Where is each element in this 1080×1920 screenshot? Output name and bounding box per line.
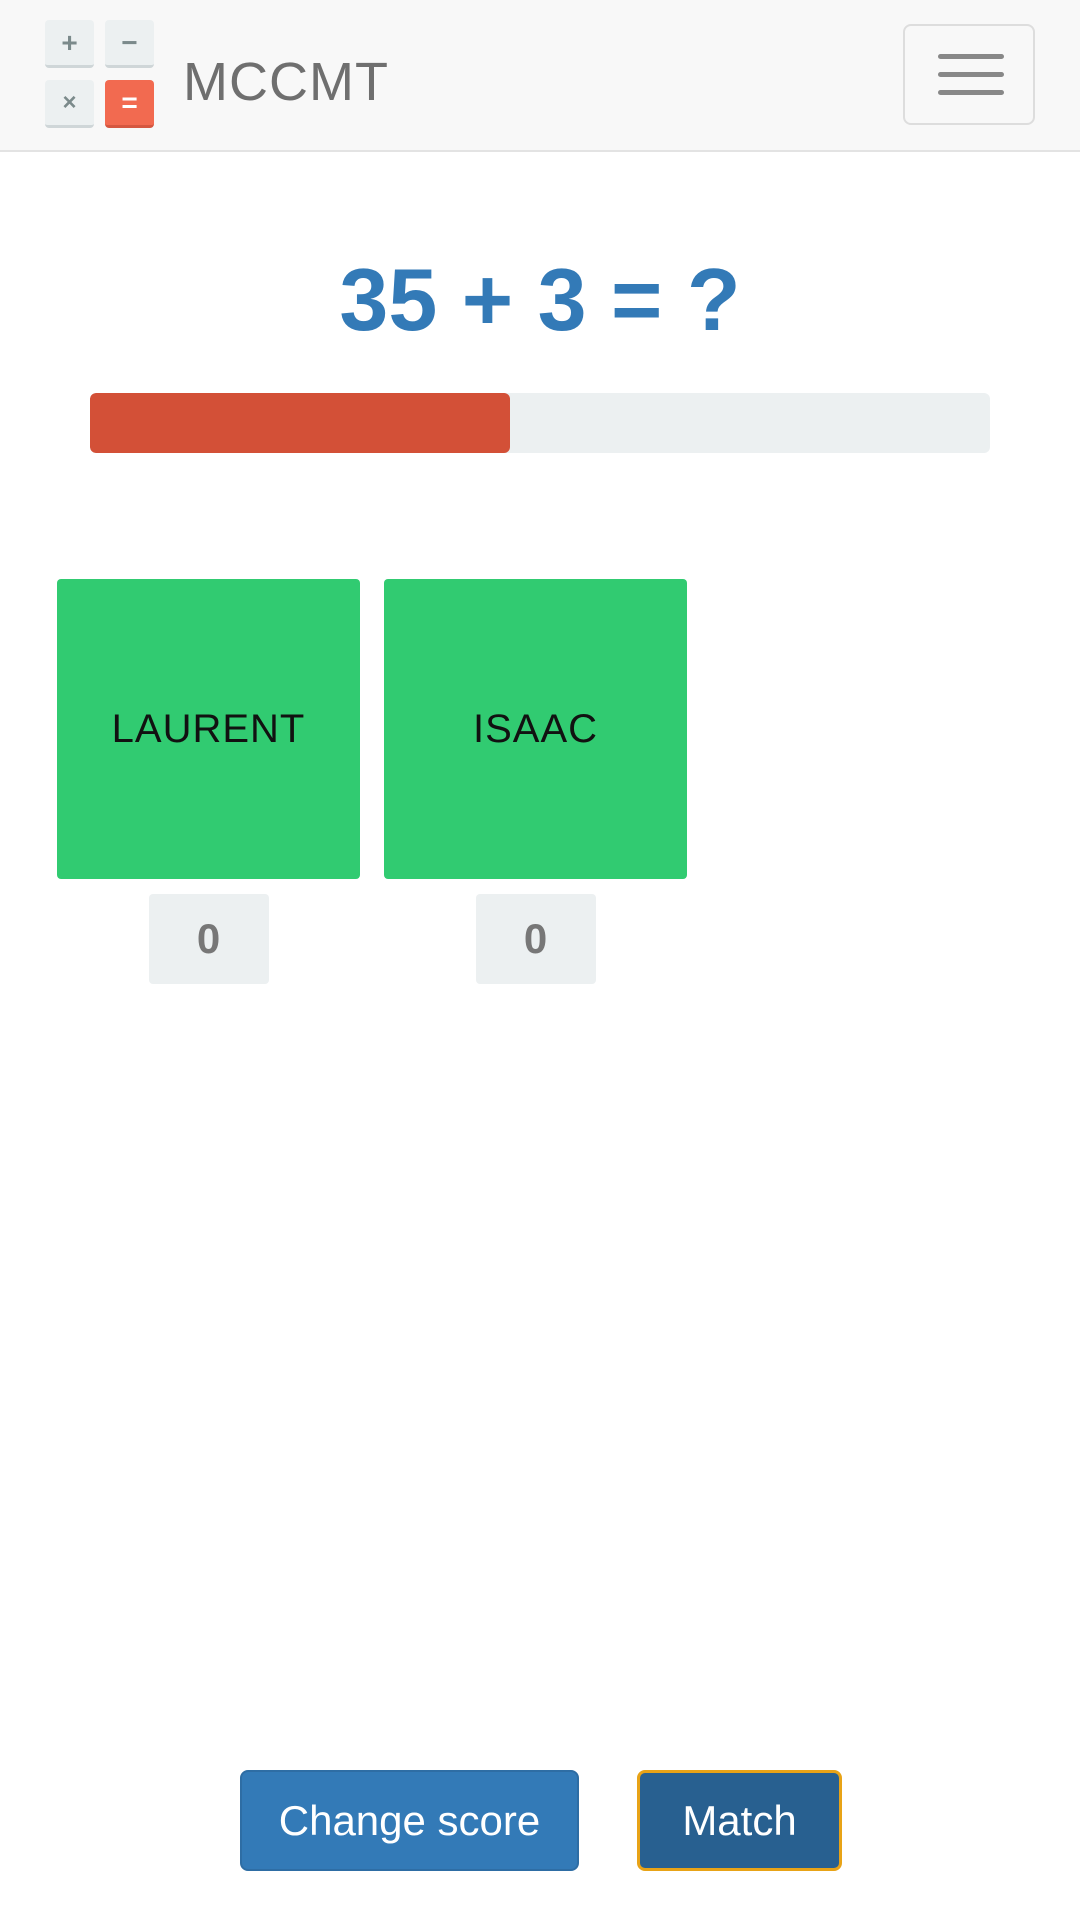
logo[interactable]: + − × = [45, 20, 154, 128]
player-laurent: LAURENT 0 [57, 579, 360, 984]
player-card[interactable]: LAURENT [57, 579, 360, 879]
logo-times-key: × [45, 80, 94, 128]
timer-progress-bar [90, 393, 990, 453]
player-score: 0 [148, 894, 269, 984]
change-score-button[interactable]: Change score [240, 1770, 579, 1871]
match-button[interactable]: Match [637, 1770, 842, 1871]
hamburger-icon-bar [938, 90, 1004, 95]
menu-toggle-button[interactable] [903, 24, 1035, 125]
logo-minus-key: − [105, 20, 154, 68]
hamburger-icon-bar [938, 72, 1004, 77]
timer-progress-fill [90, 393, 511, 453]
question-text: 35 + 3 = ? [339, 250, 741, 349]
hamburger-icon [938, 54, 1004, 59]
player-card[interactable]: ISAAC [384, 579, 687, 879]
logo-equals-key: = [105, 80, 154, 128]
logo-plus-key: + [45, 20, 94, 68]
player-score: 0 [475, 894, 596, 984]
brand-title[interactable]: MCCMT [183, 52, 389, 112]
player-isaac: ISAAC 0 [384, 579, 687, 984]
navbar: + − × = MCCMT [0, 0, 1080, 152]
